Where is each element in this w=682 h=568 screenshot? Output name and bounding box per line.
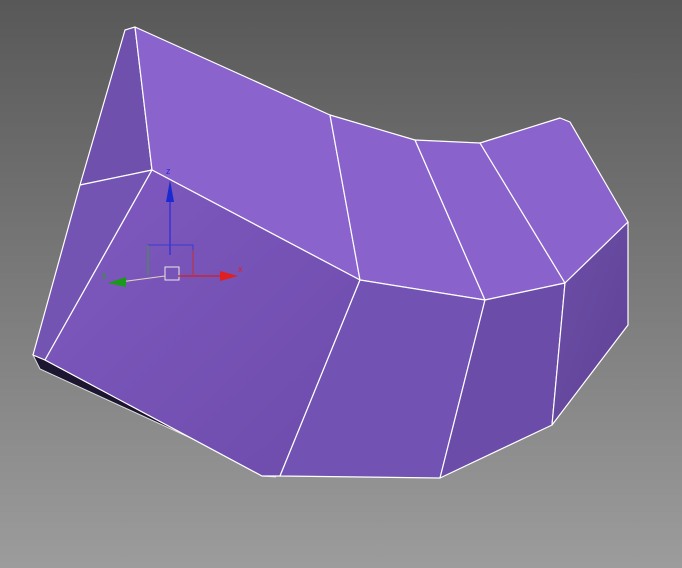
y-axis-label: y	[102, 270, 107, 280]
z-axis-label: z	[166, 166, 171, 176]
3d-viewport[interactable]: z x y	[0, 0, 682, 568]
mesh-object[interactable]: z x y	[0, 0, 682, 568]
x-axis-label: x	[238, 264, 243, 274]
